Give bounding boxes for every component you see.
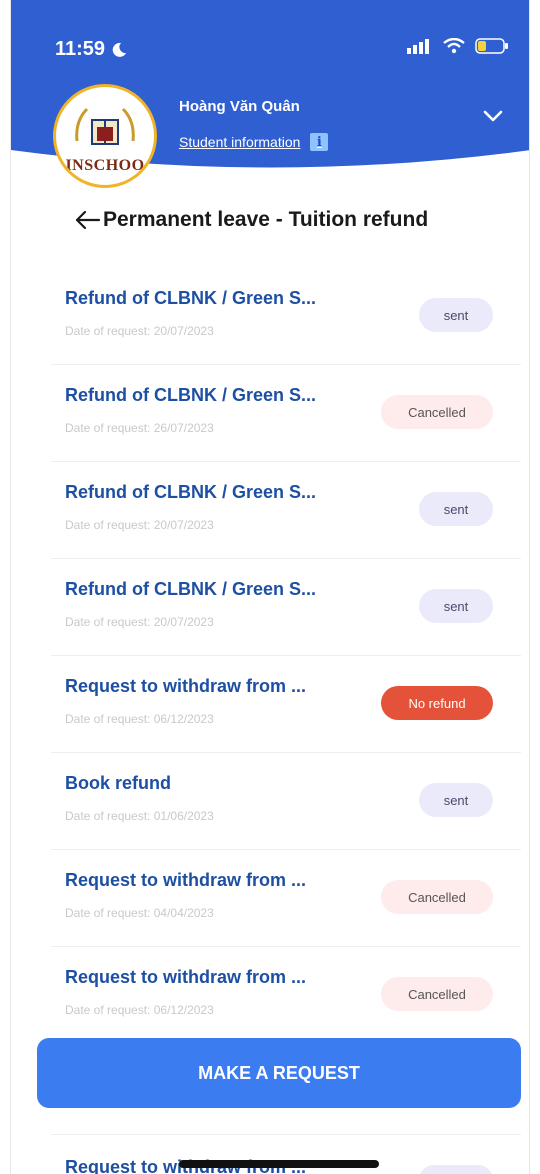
signal-icon [407,39,429,54]
status-time-text: 11:59 [55,38,106,60]
request-date: Date of request: 06/12/2023 [65,712,214,726]
request-title: Request to withdraw from ... [65,967,307,987]
request-title: Refund of CLBNK / Green S... [65,579,317,599]
chevron-down-icon[interactable] [481,104,505,128]
phone-screen: 11:59 INSCHOO Hoàng Văn Quân Student inf… [10,0,530,1174]
status-badge: Cancelled [381,977,493,1011]
request-title: Refund of CLBNK / Green S... [65,385,317,405]
battery-icon [475,38,508,54]
request-row[interactable]: Refund of CLBNK / Green S... Date of req… [51,559,521,656]
status-badge: sent [419,783,493,817]
status-badge: No refund [381,686,493,720]
status-badge: sent [419,492,493,526]
status-badge: Cancelled [381,880,493,914]
info-icon: i [310,133,329,151]
status-badge [419,1165,493,1174]
status-badge: sent [419,589,493,623]
status-badge: sent [419,298,493,332]
status-icons [407,38,509,54]
request-title: Request to withdraw from ... [65,676,307,696]
back-arrow-icon[interactable] [73,208,101,232]
student-information-link[interactable]: Student information i [179,133,329,151]
request-row[interactable]: Book refund Date of request: 01/06/2023 … [51,753,521,850]
request-date: Date of request: 20/07/2023 [65,615,214,629]
make-request-button[interactable]: MAKE A REQUEST [37,1038,521,1108]
school-logo: INSCHOO [53,84,157,188]
request-list: Refund of CLBNK / Green S... Date of req… [51,268,521,1044]
request-date: Date of request: 20/07/2023 [65,324,214,338]
user-name: Hoàng Văn Quân [179,98,300,115]
request-row[interactable]: Request to withdraw from ... [51,1134,521,1174]
request-date: Date of request: 06/12/2023 [65,1003,214,1017]
request-title: Book refund [65,773,171,793]
request-row[interactable]: Refund of CLBNK / Green S... Date of req… [51,365,521,462]
wifi-icon [443,38,465,54]
request-title: Refund of CLBNK / Green S... [65,482,317,502]
student-information-label: Student information [179,134,301,150]
request-row[interactable]: Refund of CLBNK / Green S... Date of req… [51,268,521,365]
request-row[interactable]: Request to withdraw from ... Date of req… [51,947,521,1044]
request-row[interactable]: Request to withdraw from ... Date of req… [51,850,521,947]
logo-text: INSCHOO [65,157,145,174]
home-indicator[interactable] [179,1160,379,1168]
request-row[interactable]: Request to withdraw from ... Date of req… [51,656,521,753]
request-date: Date of request: 20/07/2023 [65,518,214,532]
request-row[interactable]: Refund of CLBNK / Green S... Date of req… [51,462,521,559]
request-title: Request to withdraw from ... [65,870,307,890]
request-date: Date of request: 01/06/2023 [65,809,214,823]
request-date: Date of request: 26/07/2023 [65,421,214,435]
page-header: Permanent leave - Tuition refund [73,208,428,232]
moon-icon [112,42,127,57]
status-time: 11:59 [55,38,127,61]
status-badge: Cancelled [381,395,493,429]
request-date: Date of request: 04/04/2023 [65,906,214,920]
request-title: Refund of CLBNK / Green S... [65,288,317,308]
page-title: Permanent leave - Tuition refund [103,208,429,231]
